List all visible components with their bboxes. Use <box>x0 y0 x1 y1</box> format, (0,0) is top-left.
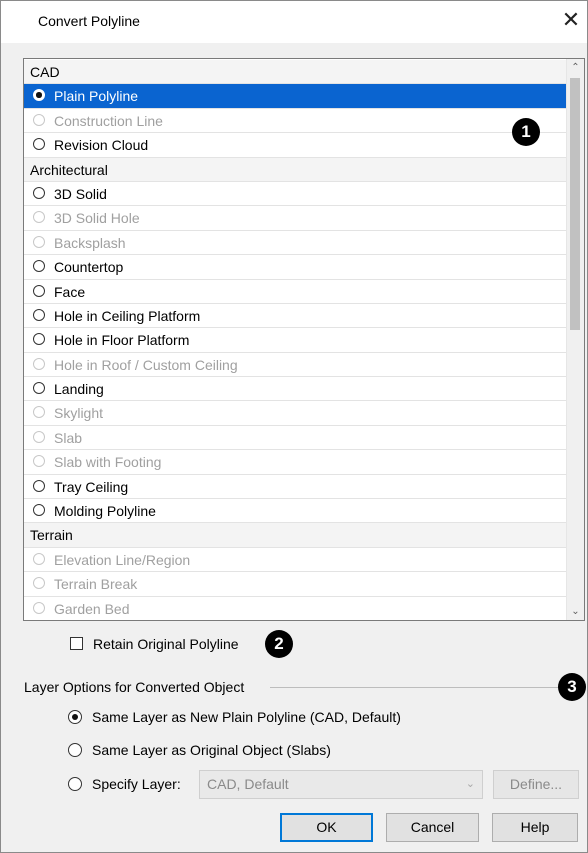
radio-label: Specify Layer: <box>92 776 181 792</box>
list-item-label: Face <box>54 283 86 300</box>
scroll-down-icon[interactable]: ⌄ <box>567 603 584 620</box>
radio-button[interactable] <box>33 260 45 273</box>
convert-polyline-dialog: Convert Polyline ✕ CAD Plain Polyline Cons… <box>0 0 588 853</box>
radio-button[interactable] <box>33 308 45 321</box>
list-item-label: Revision Cloud <box>54 137 149 154</box>
radio-button[interactable] <box>33 186 45 199</box>
list-item-label: 3D Solid <box>54 185 107 202</box>
list-item-label: Hole in Ceiling Platform <box>54 307 201 324</box>
radio-button[interactable] <box>68 710 82 724</box>
group-header-label: Terrain <box>30 527 73 544</box>
list-item-label: Terrain Break <box>54 576 138 593</box>
radio-button[interactable] <box>68 777 82 791</box>
list-item[interactable]: Landing <box>24 377 567 402</box>
radio-button <box>33 430 45 443</box>
list-item: Slab with Footing <box>24 450 567 475</box>
list-item-label: Plain Polyline <box>54 88 139 105</box>
list-item[interactable]: 3D Solid <box>24 182 567 207</box>
radio-button <box>33 601 45 614</box>
list-item-label: Hole in Floor Platform <box>54 332 190 349</box>
list-item: Construction Line <box>24 109 567 134</box>
list-item-label: Countertop <box>54 259 124 276</box>
radio-button <box>33 455 45 468</box>
radio-button[interactable] <box>33 382 45 395</box>
group-divider <box>270 687 564 688</box>
list-item-label: Skylight <box>54 405 104 422</box>
list-item[interactable]: Face <box>24 280 567 304</box>
list-item-label: Landing <box>54 381 104 398</box>
list-item: Terrain Break <box>24 572 567 597</box>
list-scrollbar[interactable]: ⌃ ⌄ <box>566 59 584 620</box>
list-item: Backsplash <box>24 231 567 256</box>
radio-button <box>33 211 45 224</box>
radio-button[interactable] <box>33 284 45 297</box>
list-item-label: Molding Polyline <box>54 503 156 520</box>
list-item-label: Tray Ceiling <box>54 478 129 495</box>
list-item-label: Construction Line <box>54 112 163 129</box>
radio-button[interactable] <box>33 504 45 517</box>
list-item-label: Slab <box>54 429 83 446</box>
scrollbar-thumb[interactable] <box>570 78 580 330</box>
list-item[interactable]: Hole in Floor Platform <box>24 328 567 353</box>
list-item-label: Hole in Roof / Custom Ceiling <box>54 356 238 373</box>
group-header-label: Architectural <box>30 161 108 178</box>
radio-button[interactable] <box>33 333 45 346</box>
list-item[interactable]: Hole in Ceiling Platform <box>24 304 567 329</box>
list-item: 3D Solid Hole <box>24 206 567 231</box>
radio-button <box>33 357 45 370</box>
layer-select[interactable]: CAD, Default ⌄ <box>199 770 483 799</box>
callout-3: 3 <box>558 673 586 701</box>
list-item-label: Slab with Footing <box>54 454 162 471</box>
list-item: Elevation Line/Region <box>24 548 567 573</box>
list-group-header: Architectural <box>24 157 567 182</box>
conversion-type-list[interactable]: CAD Plain Polyline Construction Line Revisi… <box>23 58 585 621</box>
list-group-header: Terrain <box>24 523 567 548</box>
list-item-label: Backsplash <box>54 234 126 251</box>
radio-button <box>33 577 45 590</box>
layer-options-group-label: Layer Options for Converted Object <box>24 679 245 695</box>
list-item[interactable]: Countertop <box>24 255 567 280</box>
list-rows: CAD Plain Polyline Construction Line Revisi… <box>24 60 567 620</box>
radio-button <box>33 406 45 419</box>
radio-button <box>33 235 45 248</box>
list-item: Garden Bed <box>24 597 567 620</box>
list-item[interactable]: Molding Polyline <box>24 499 567 524</box>
radio-label: Same Layer as New Plain Polyline (CAD, D… <box>92 709 401 725</box>
cancel-button[interactable]: Cancel <box>386 813 479 842</box>
list-item: Hole in Roof / Custom Ceiling <box>24 353 567 378</box>
list-item: Skylight <box>24 401 567 426</box>
list-item-label: Garden Bed <box>54 600 130 617</box>
radio-button <box>33 552 45 565</box>
scroll-up-icon[interactable]: ⌃ <box>567 59 584 76</box>
list-group-header: CAD <box>24 60 567 85</box>
retain-original-label: Retain Original Polyline <box>93 636 239 652</box>
group-header-label: CAD <box>30 64 60 80</box>
callout-1: 1 <box>512 118 540 146</box>
radio-button <box>33 113 45 126</box>
list-item: Slab <box>24 426 567 451</box>
list-item-label: Elevation Line/Region <box>54 551 191 568</box>
callout-2: 2 <box>265 630 293 658</box>
help-button[interactable]: Help <box>492 813 578 842</box>
list-item[interactable]: Revision Cloud <box>24 133 567 158</box>
radio-button[interactable] <box>33 89 45 102</box>
radio-label: Same Layer as Original Object (Slabs) <box>92 742 331 758</box>
retain-original-checkbox[interactable] <box>70 637 83 650</box>
radio-button[interactable] <box>33 138 45 151</box>
radio-button[interactable] <box>33 479 45 492</box>
list-item[interactable]: Plain Polyline <box>24 84 567 109</box>
define-layer-button[interactable]: Define... <box>493 770 579 799</box>
list-item-label: 3D Solid Hole <box>54 210 140 227</box>
chevron-down-icon: ⌄ <box>465 778 475 790</box>
layer-select-value: CAD, Default <box>207 776 289 792</box>
ok-button[interactable]: OK <box>280 813 373 842</box>
list-item[interactable]: Tray Ceiling <box>24 475 567 500</box>
dialog-title: Convert Polyline <box>38 13 140 29</box>
radio-button[interactable] <box>68 743 82 757</box>
title-bar: Convert Polyline ✕ <box>1 1 587 43</box>
close-icon[interactable]: ✕ <box>559 8 583 32</box>
